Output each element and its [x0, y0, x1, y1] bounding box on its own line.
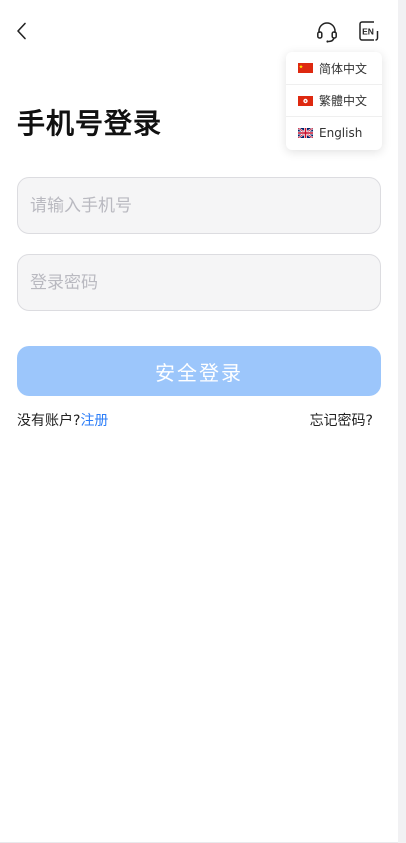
- forgot-password-link[interactable]: 忘记密码?: [310, 410, 373, 430]
- language-option-label: English: [319, 125, 363, 140]
- language-option-label: 繁體中文: [319, 94, 368, 108]
- china-flag-icon: [298, 63, 313, 73]
- no-account-text: 没有账户?: [17, 413, 81, 429]
- language-button[interactable]: EN: [357, 19, 381, 43]
- scrollbar[interactable]: [398, 0, 406, 843]
- language-option-traditional-chinese[interactable]: 繁體中文: [286, 84, 382, 116]
- headset-icon: [317, 22, 337, 43]
- hong-kong-flag-icon: [298, 95, 313, 106]
- language-option-label: 简体中文: [319, 61, 368, 76]
- customer-support-button[interactable]: [314, 19, 340, 45]
- login-button[interactable]: 安全登录: [17, 346, 381, 396]
- back-button[interactable]: [10, 20, 32, 42]
- page-title: 手机号登录: [17, 107, 163, 140]
- language-button-label: EN: [362, 27, 374, 37]
- phone-input[interactable]: [17, 177, 381, 234]
- uk-flag-icon: [298, 127, 313, 138]
- language-option-simplified-chinese[interactable]: 简体中文: [286, 52, 382, 84]
- language-menu: 简体中文 繁體中文 English: [286, 52, 382, 150]
- chevron-left-icon: [17, 22, 26, 40]
- password-input[interactable]: [17, 254, 381, 311]
- language-icon: EN: [359, 21, 379, 41]
- language-option-english[interactable]: English: [286, 116, 382, 148]
- register-link[interactable]: 注册: [80, 413, 108, 429]
- register-prompt: 没有账户?注册: [17, 410, 108, 430]
